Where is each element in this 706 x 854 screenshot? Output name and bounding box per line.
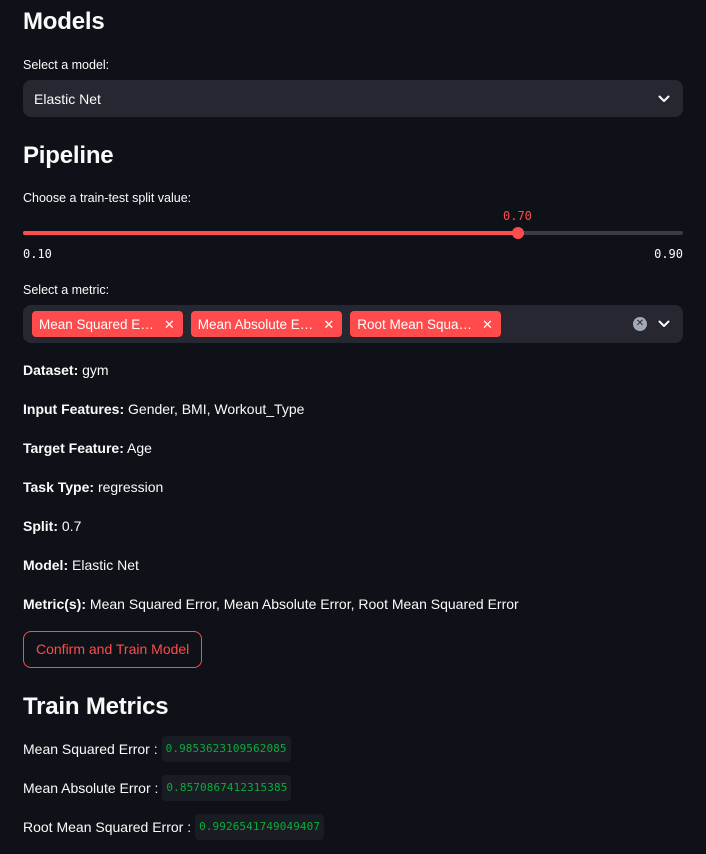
metric-tag-label: Mean Absolute E… (197, 316, 314, 332)
dataset-value: gym (78, 362, 109, 378)
metrics-key: Metric(s): (23, 596, 87, 612)
metric-row: Mean Squared Error : 0.9853623109562085 (23, 736, 291, 762)
input-features-key: Input Features: (23, 401, 125, 417)
task-type-value: regression (94, 479, 164, 495)
metric-tag-label: Mean Squared E… (39, 316, 154, 332)
target-feature-info: Target Feature: Age (23, 438, 152, 458)
model-value: Elastic Net (68, 557, 139, 573)
models-heading: Models (23, 8, 105, 35)
metric-tag: Root Mean Squa… ✕ (350, 311, 501, 337)
target-feature-key: Target Feature: (23, 440, 124, 456)
metric-row-label: Mean Squared Error : (23, 741, 158, 757)
model-select[interactable]: Elastic Net (23, 80, 683, 117)
task-type-key: Task Type: (23, 479, 95, 495)
split-value: 0.7 (58, 518, 82, 534)
metric-row: Root Mean Squared Error : 0.992654174904… (23, 814, 325, 840)
metrics-info: Metric(s): Mean Squared Error, Mean Abso… (23, 594, 519, 614)
metric-row-value: 0.9853623109562085 (161, 736, 291, 762)
multiselect-controls: ✕ (633, 317, 671, 331)
model-key: Model: (23, 557, 69, 573)
split-key: Split: (23, 518, 58, 534)
metric-tag: Mean Squared E… ✕ (32, 311, 183, 337)
confirm-train-button[interactable]: Confirm and Train Model (23, 631, 203, 668)
input-features-value: Gender, BMI, Workout_Type (124, 401, 305, 417)
split-slider[interactable]: 0.70 0.10 0.90 (23, 201, 683, 261)
chevron-down-icon[interactable] (657, 317, 671, 331)
metric-row: Mean Absolute Error : 0.8570867412315385 (23, 775, 292, 801)
metric-tag: Mean Absolute E… ✕ (190, 311, 343, 337)
slider-max-value: 0.90 (654, 247, 683, 261)
model-select-label: Select a model: (23, 58, 110, 72)
slider-fill (23, 231, 518, 235)
metric-multiselect[interactable]: Mean Squared E… ✕ Mean Absolute E… ✕ Roo… (23, 305, 683, 343)
metric-row-label: Root Mean Squared Error : (23, 819, 192, 835)
remove-tag-icon[interactable]: ✕ (164, 318, 175, 331)
metric-row-value: 0.9926541749049407 (195, 814, 325, 840)
slider-thumb[interactable] (512, 227, 524, 239)
target-feature-value: Age (123, 440, 152, 456)
clear-all-icon[interactable]: ✕ (633, 317, 647, 331)
model-select-value: Elastic Net (34, 90, 101, 107)
metric-row-label: Mean Absolute Error : (23, 780, 159, 796)
metric-row-value: 0.8570867412315385 (162, 775, 292, 801)
input-features-info: Input Features: Gender, BMI, Workout_Typ… (23, 399, 304, 419)
model-info: Model: Elastic Net (23, 555, 139, 575)
metrics-value: Mean Squared Error, Mean Absolute Error,… (86, 596, 519, 612)
chevron-down-icon[interactable] (657, 92, 671, 106)
metric-select-label: Select a metric: (23, 283, 110, 297)
metric-tags: Mean Squared E… ✕ Mean Absolute E… ✕ Roo… (32, 311, 633, 337)
dataset-key: Dataset: (23, 362, 79, 378)
slider-min-value: 0.10 (23, 247, 52, 261)
slider-current-value: 0.70 (503, 209, 532, 223)
metric-tag-label: Root Mean Squa… (357, 316, 473, 332)
task-type-info: Task Type: regression (23, 477, 163, 497)
remove-tag-icon[interactable]: ✕ (482, 318, 493, 331)
dataset-info: Dataset: gym (23, 360, 109, 380)
remove-tag-icon[interactable]: ✕ (323, 318, 334, 331)
pipeline-heading: Pipeline (23, 142, 114, 169)
train-metrics-heading: Train Metrics (23, 693, 169, 720)
split-info: Split: 0.7 (23, 516, 81, 536)
